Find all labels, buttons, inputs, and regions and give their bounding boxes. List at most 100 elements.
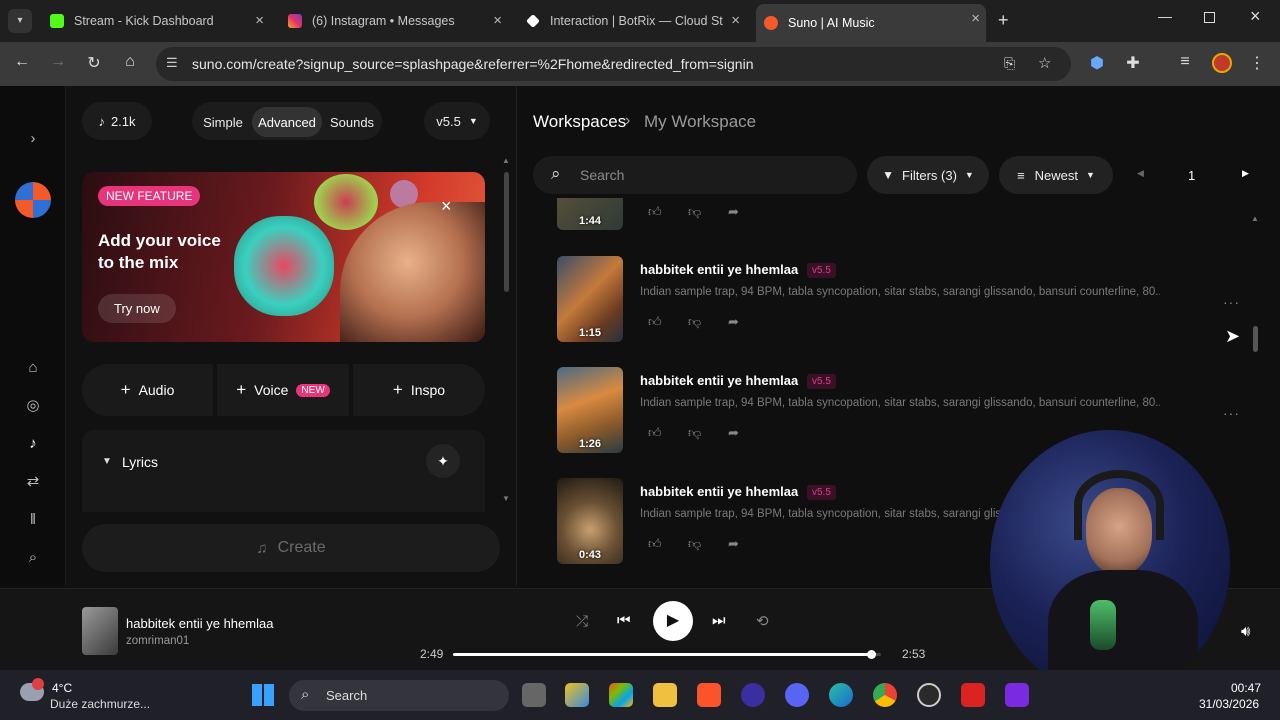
- close-icon[interactable]: ×: [731, 12, 740, 29]
- more-options-icon[interactable]: ···: [1223, 294, 1240, 310]
- close-icon[interactable]: ×: [971, 10, 980, 27]
- app-b-icon[interactable]: [1005, 683, 1029, 707]
- weather-temp[interactable]: 4°C: [52, 681, 72, 695]
- tab-botrix[interactable]: Interaction | BotRix — Cloud St ×: [518, 6, 746, 36]
- volume-icon[interactable]: 🔊︎: [1241, 623, 1250, 640]
- tab-suno[interactable]: Suno | AI Music ×: [756, 4, 986, 42]
- share-icon[interactable]: ➦: [728, 425, 768, 441]
- song-title[interactable]: habbitek entii ye hhemlaa: [640, 262, 798, 277]
- more-options-icon[interactable]: ···: [1223, 405, 1240, 421]
- chrome-icon[interactable]: [873, 683, 897, 707]
- tab-sounds[interactable]: Sounds: [326, 107, 378, 137]
- model-version-select[interactable]: v5.5 ▼: [424, 102, 490, 140]
- credits-pill[interactable]: ♪ 2.1k: [82, 102, 152, 140]
- thumbs-down-icon[interactable]: 👎︎: [688, 314, 728, 330]
- back-icon[interactable]: ←: [11, 53, 33, 71]
- home-icon[interactable]: ⌂: [119, 53, 141, 71]
- bookmark-star-icon[interactable]: ☆: [1038, 54, 1051, 72]
- next-page-button[interactable]: ▶: [1242, 168, 1249, 179]
- add-audio-button[interactable]: + Audio: [82, 364, 213, 416]
- thumbs-up-icon[interactable]: 👍︎: [648, 204, 688, 220]
- song-row-partial[interactable]: 1:44 👍︎ 👎︎ ➦: [557, 198, 1217, 230]
- now-playing-title[interactable]: habbitek entii ye hhemlaa: [126, 616, 273, 631]
- app-red-icon[interactable]: [961, 683, 985, 707]
- library-icon[interactable]: ‖: [22, 509, 44, 531]
- chevron-down-icon[interactable]: ▼: [102, 456, 112, 467]
- magic-wand-icon[interactable]: ✦: [426, 444, 460, 478]
- song-row[interactable]: 1:15 habbitek entii ye hhemlaa v5.5 Indi…: [557, 256, 1239, 346]
- install-icon[interactable]: ⎘: [1004, 55, 1015, 72]
- obs-studio-icon[interactable]: [917, 683, 941, 707]
- tab-kick[interactable]: Stream - Kick Dashboard ×: [42, 6, 270, 36]
- suno-logo[interactable]: [15, 182, 51, 218]
- start-windows-icon[interactable]: [252, 684, 274, 706]
- menu-icon[interactable]: ⋮: [1246, 53, 1268, 73]
- close-icon[interactable]: ×: [441, 196, 452, 217]
- create-icon[interactable]: ♪: [22, 433, 44, 455]
- filters-button[interactable]: ▼ Filters (3) ▼: [867, 156, 989, 194]
- scrollbar[interactable]: [504, 172, 509, 292]
- scroll-down-icon[interactable]: ▼: [502, 494, 510, 503]
- scroll-up-icon[interactable]: ▲: [1251, 214, 1259, 223]
- thumbs-up-icon[interactable]: 👍︎: [648, 536, 688, 552]
- explore-icon[interactable]: ◎: [22, 395, 44, 417]
- media-control-icon[interactable]: ≡: [1174, 53, 1196, 71]
- previous-track-icon[interactable]: ⏮︎: [617, 612, 631, 629]
- progress-handle[interactable]: [867, 650, 877, 659]
- try-now-button[interactable]: Try now: [98, 294, 176, 323]
- share-icon[interactable]: ➦: [728, 204, 768, 220]
- close-icon[interactable]: ×: [493, 12, 502, 29]
- sort-button[interactable]: ≡ Newest ▼: [999, 156, 1113, 194]
- thumbs-up-icon[interactable]: 👍︎: [648, 425, 688, 441]
- scroll-up-icon[interactable]: ▲: [502, 156, 510, 165]
- search-icon[interactable]: ⌕: [22, 547, 44, 569]
- share-icon[interactable]: ➦: [728, 314, 768, 330]
- close-window-button[interactable]: ×: [1250, 6, 1261, 27]
- scrollbar[interactable]: [1253, 326, 1258, 352]
- prev-page-button[interactable]: ◀: [1137, 168, 1144, 179]
- library-search[interactable]: ⌕ Search: [533, 156, 857, 194]
- site-info-icon[interactable]: ☰: [166, 55, 178, 71]
- taskbar-search[interactable]: ⌕ Search: [289, 680, 509, 711]
- add-voice-button[interactable]: + Voice NEW: [217, 364, 349, 416]
- profile-avatar[interactable]: [1212, 53, 1232, 73]
- create-button[interactable]: ♫ Create: [82, 524, 500, 572]
- address-bar[interactable]: ☰ suno.com/create?signup_source=splashpa…: [156, 47, 1071, 81]
- obs-like-icon[interactable]: [741, 683, 765, 707]
- clock-date[interactable]: 31/03/2026: [1199, 697, 1259, 711]
- weather-desc[interactable]: Duże zachmurze...: [50, 697, 150, 711]
- lyrics-section[interactable]: ▼ Lyrics ✦: [82, 430, 485, 512]
- tab-search-button[interactable]: ▾: [8, 9, 32, 33]
- edge-icon[interactable]: [829, 683, 853, 707]
- page-number[interactable]: 1: [1188, 168, 1195, 183]
- studio-icon[interactable]: ⇄: [22, 471, 44, 493]
- now-playing-cover[interactable]: [82, 607, 118, 655]
- new-feature-banner[interactable]: NEW FEATURE Add your voice to the mix Tr…: [82, 172, 485, 342]
- clock-time[interactable]: 00:47: [1231, 681, 1261, 695]
- extension-shield-icon[interactable]: ⬢: [1086, 53, 1108, 73]
- thumbs-up-icon[interactable]: 👍︎: [648, 314, 688, 330]
- forward-icon[interactable]: →: [47, 53, 69, 71]
- thumbs-down-icon[interactable]: 👎︎: [688, 204, 728, 220]
- share-icon[interactable]: ➦: [728, 536, 768, 552]
- progress-bar[interactable]: [453, 650, 881, 659]
- shuffle-icon[interactable]: ⤮: [576, 613, 588, 630]
- restore-button[interactable]: [1204, 12, 1215, 23]
- repeat-icon[interactable]: ⟲: [756, 612, 769, 630]
- now-playing-artist[interactable]: zomriman01: [126, 635, 189, 647]
- widgets-icon[interactable]: [565, 683, 589, 707]
- breadcrumb-workspaces[interactable]: Workspaces: [533, 112, 626, 132]
- task-view-icon[interactable]: [522, 683, 546, 707]
- thumbs-down-icon[interactable]: 👎︎: [688, 536, 728, 552]
- tab-simple[interactable]: Simple: [198, 107, 248, 137]
- reload-icon[interactable]: ↻: [83, 53, 105, 73]
- play-button[interactable]: ▶: [653, 601, 693, 641]
- discord-icon[interactable]: [785, 683, 809, 707]
- new-tab-button[interactable]: +: [998, 10, 1009, 31]
- minimize-button[interactable]: —: [1158, 8, 1172, 24]
- close-icon[interactable]: ×: [255, 12, 264, 29]
- microsoft-store-icon[interactable]: [609, 683, 633, 707]
- brave-icon[interactable]: [697, 683, 721, 707]
- file-explorer-icon[interactable]: [653, 683, 677, 707]
- next-track-icon[interactable]: ⏭︎: [712, 612, 726, 629]
